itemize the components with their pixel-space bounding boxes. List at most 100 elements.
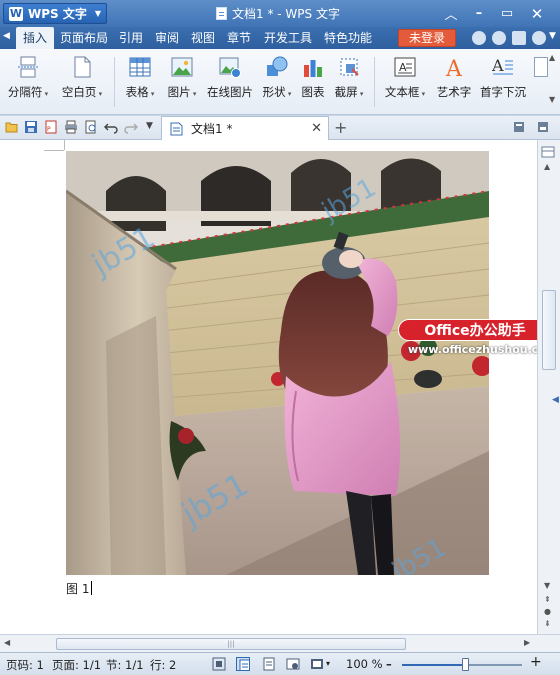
inserted-photo[interactable]: jb51 jb51 jb51 jb51 [66, 151, 489, 575]
view-dropdown-icon[interactable]: ▾ [326, 659, 330, 668]
side-panel-toggle-icon[interactable]: ◀ [552, 395, 559, 405]
margin-marker [44, 150, 64, 151]
textbox-label: 文本框 [380, 84, 430, 100]
vertical-scrollbar[interactable]: ▲ ▼ ⇞ ● ⇟ [537, 140, 560, 634]
more-tools-icon[interactable] [534, 57, 548, 77]
figure-caption[interactable]: 图 1 [66, 580, 93, 597]
fullscreen-icon[interactable] [212, 657, 226, 671]
browse-object-icon[interactable]: ● [544, 607, 551, 616]
screenshot-icon [338, 56, 360, 78]
close-button[interactable]: ✕ [524, 0, 550, 27]
wordart-label: 艺术字 [436, 85, 472, 99]
ribbon-scroll-down-icon[interactable]: ▼ [549, 95, 555, 104]
tab-sections[interactable]: 章节 [222, 27, 256, 49]
customize-toolbar-icon[interactable]: ▼ [146, 121, 153, 131]
horizontal-scroll-thumb[interactable]: ||| [56, 638, 406, 650]
online-picture-button[interactable]: 在线图片 [204, 54, 256, 110]
dropcap-button[interactable]: A 首字下沉 [478, 54, 528, 110]
zoom-in-button[interactable]: + [530, 654, 542, 670]
blank-page-button[interactable]: 空白页 [58, 54, 106, 110]
blank-page-label: 空白页 [58, 84, 106, 100]
scroll-down-icon[interactable]: ▼ [544, 581, 550, 590]
horizontal-scrollbar[interactable]: ◀ ||| ▶ [0, 634, 560, 652]
chart-button[interactable]: 图表 [298, 54, 328, 110]
open-folder-icon[interactable] [5, 120, 19, 134]
menu-scroll-left-icon[interactable]: ◀ [3, 31, 10, 41]
table-label: 表格 [120, 84, 160, 100]
reading-view-icon[interactable] [310, 657, 324, 671]
next-page-icon[interactable]: ⇟ [544, 619, 551, 628]
tab-list-icon[interactable] [512, 120, 526, 134]
zoom-out-button[interactable]: – [386, 657, 392, 671]
window-title-text: 文档1 * - WPS 文字 [232, 7, 340, 21]
document-icon [170, 122, 183, 135]
tab-page-layout[interactable]: 页面布局 [58, 27, 110, 49]
outline-view-icon[interactable] [262, 657, 276, 671]
title-bar: W WPS 文字 ▼ 文档1 * - WPS 文字 ︿ – ▭ ✕ [0, 0, 560, 27]
quick-access-bar: P ▼ 文档1 * ✕ + [0, 116, 560, 140]
chart-icon [302, 56, 324, 78]
document-page[interactable]: jb51 jb51 jb51 jb51 Office办公助手 www.offic… [0, 140, 537, 634]
tab-references[interactable]: 引用 [114, 27, 148, 49]
line-status: 行: 2 [150, 658, 177, 672]
menu-scroll-right-icon[interactable]: ▼ [549, 31, 556, 41]
photo-image: jb51 jb51 jb51 jb51 [66, 151, 489, 575]
close-tab-icon[interactable]: ✕ [311, 121, 322, 136]
sync-icon[interactable] [472, 31, 486, 45]
screenshot-label: 截屏 [330, 84, 368, 100]
zoom-level[interactable]: 100 % [346, 657, 383, 671]
screenshot-button[interactable]: 截屏 [330, 54, 368, 110]
split-view-icon[interactable] [541, 146, 555, 158]
collapse-ribbon-button[interactable]: ︿ [438, 0, 464, 27]
redo-icon[interactable] [124, 120, 138, 134]
maximize-button[interactable]: ▭ [494, 0, 520, 27]
table-button[interactable]: 表格 [120, 54, 160, 110]
help-icon[interactable] [532, 31, 546, 45]
previous-page-icon[interactable]: ⇞ [544, 595, 551, 604]
skin-icon[interactable] [512, 31, 526, 45]
settings-icon[interactable] [492, 31, 506, 45]
watermark-url: www.officezhushou.com [408, 343, 537, 356]
vertical-scroll-thumb[interactable] [542, 290, 556, 370]
scroll-right-icon[interactable]: ▶ [524, 638, 530, 647]
print-icon[interactable] [64, 120, 78, 134]
wps-logo-icon: W [9, 6, 23, 21]
web-view-icon[interactable] [286, 657, 300, 671]
shapes-icon [266, 56, 288, 78]
scroll-left-icon[interactable]: ◀ [4, 638, 10, 647]
save-icon[interactable] [24, 120, 38, 134]
document-area[interactable]: jb51 jb51 jb51 jb51 Office办公助手 www.offic… [0, 140, 537, 634]
tab-insert[interactable]: 插入 [16, 27, 54, 49]
zoom-slider[interactable] [402, 658, 522, 671]
textbox-button[interactable]: A 文本框 [380, 54, 430, 110]
svg-text:A: A [445, 57, 463, 78]
zoom-slider-knob[interactable] [461, 658, 469, 671]
shapes-button[interactable]: 形状 [258, 54, 296, 110]
page-break-button[interactable]: 分隔符 [6, 54, 50, 110]
picture-button[interactable]: 图片 [162, 54, 202, 110]
tab-review[interactable]: 审阅 [150, 27, 184, 49]
dropcap-icon: A [491, 56, 514, 78]
insert-ribbon: 分隔符 空白页 表格 图片 在线图片 形状 图表 [0, 49, 560, 115]
tab-view[interactable]: 视图 [186, 27, 220, 49]
tab-special-features[interactable]: 特色功能 [320, 27, 376, 49]
document-tab[interactable]: 文档1 * ✕ [161, 116, 329, 140]
tab-window-icon[interactable] [536, 120, 550, 134]
scroll-up-icon[interactable]: ▲ [544, 162, 550, 171]
undo-icon[interactable] [104, 120, 118, 134]
ribbon-scroll-up-icon[interactable]: ▲ [549, 53, 555, 62]
app-label: WPS 文字 [28, 7, 87, 21]
blank-page-icon [71, 56, 93, 78]
export-pdf-icon[interactable]: P [44, 120, 58, 134]
page-view-icon[interactable] [236, 657, 250, 671]
tab-developer[interactable]: 开发工具 [260, 27, 316, 49]
minimize-button[interactable]: – [466, 0, 492, 27]
app-menu-button[interactable]: W WPS 文字 ▼ [3, 3, 107, 24]
login-button[interactable]: 未登录 [398, 29, 456, 47]
print-preview-icon[interactable] [84, 120, 98, 134]
wordart-button[interactable]: A 艺术字 [434, 54, 474, 110]
new-tab-button[interactable]: + [334, 118, 347, 137]
chart-label: 图表 [301, 85, 325, 99]
page-break-icon [17, 56, 39, 78]
svg-text:P: P [47, 126, 51, 133]
